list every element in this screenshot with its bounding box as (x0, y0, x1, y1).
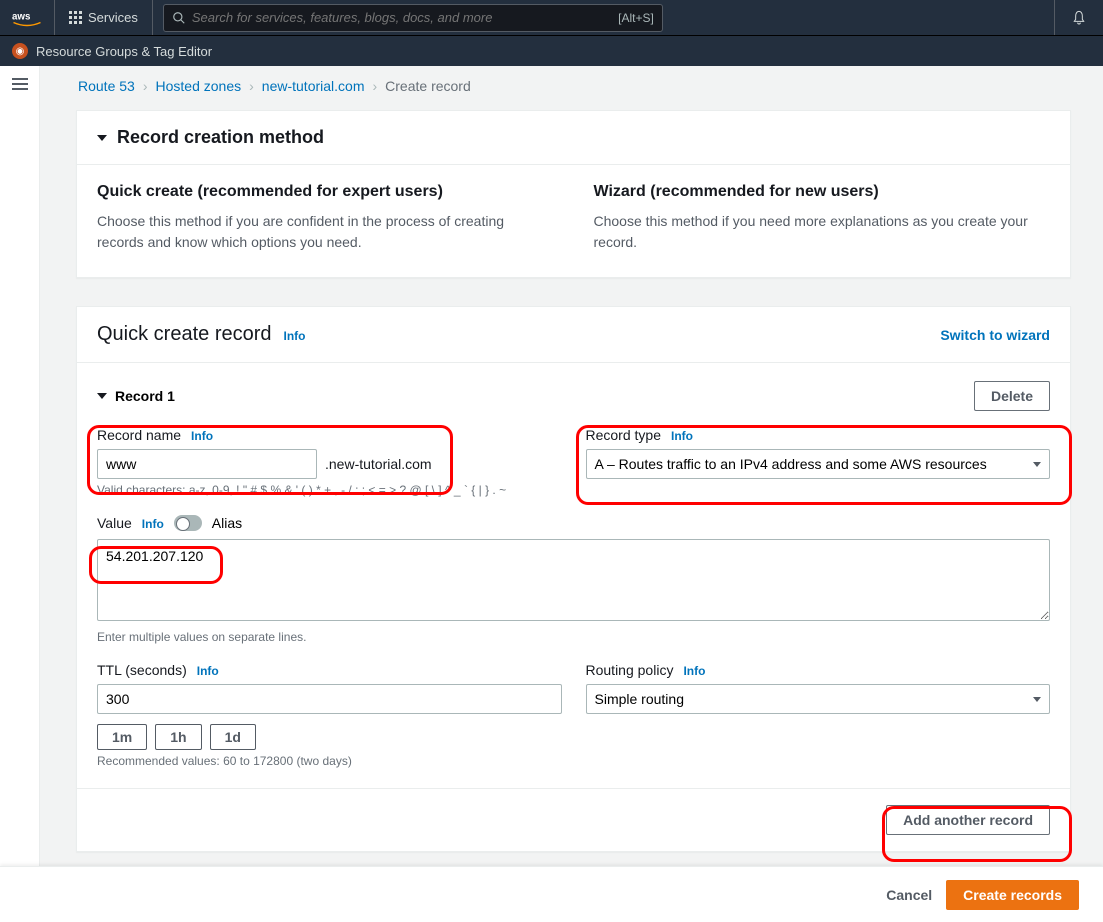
ttl-1d-button[interactable]: 1d (210, 724, 256, 750)
record-name-input[interactable] (97, 449, 317, 479)
breadcrumb: Route 53 › Hosted zones › new-tutorial.c… (78, 78, 1071, 94)
record-type-select[interactable]: A – Routes traffic to an IPv4 address an… (586, 449, 1051, 479)
caret-down-icon (97, 393, 107, 399)
record-name-info-link[interactable]: Info (191, 429, 213, 443)
breadcrumb-current: Create record (385, 78, 471, 94)
quick-create-title: Quick create (recommended for expert use… (97, 183, 554, 201)
resource-groups-icon: ◉ (12, 43, 28, 59)
notifications-button[interactable] (1054, 0, 1103, 35)
services-grid-icon (69, 11, 82, 24)
chevron-right-icon: › (249, 78, 254, 94)
breadcrumb-route53[interactable]: Route 53 (78, 78, 135, 94)
bell-icon (1071, 10, 1087, 26)
value-info-link[interactable]: Info (142, 517, 164, 531)
quick-create-heading: Quick create record (97, 323, 272, 346)
sub-nav: ◉ Resource Groups & Tag Editor (0, 36, 1103, 66)
breadcrumb-domain[interactable]: new-tutorial.com (262, 78, 365, 94)
record-name-suffix: .new-tutorial.com (325, 456, 432, 472)
search-icon (172, 11, 186, 25)
ttl-1m-button[interactable]: 1m (97, 724, 147, 750)
delete-button[interactable]: Delete (974, 381, 1050, 411)
routing-policy-label: Routing policy (586, 662, 674, 678)
record-type-label: Record type (586, 427, 661, 443)
value-hint: Enter multiple values on separate lines. (97, 630, 1050, 644)
routing-policy-info-link[interactable]: Info (683, 664, 705, 678)
wizard-option[interactable]: Wizard (recommended for new users) Choos… (574, 165, 1071, 277)
main-content: Route 53 › Hosted zones › new-tutorial.c… (40, 66, 1103, 866)
search-box[interactable]: [Alt+S] (163, 4, 663, 32)
aws-logo[interactable]: aws (0, 0, 55, 35)
ttl-info-link[interactable]: Info (197, 664, 219, 678)
footer-bar: Cancel Create records (0, 866, 1103, 922)
search-input[interactable] (186, 10, 612, 25)
top-nav: aws Services [Alt+S] (0, 0, 1103, 36)
add-another-record-button[interactable]: Add another record (886, 805, 1050, 835)
chevron-right-icon: › (372, 78, 377, 94)
quick-create-info-link[interactable]: Info (284, 329, 306, 343)
routing-policy-value: Simple routing (595, 691, 685, 707)
method-panel-header[interactable]: Record creation method (77, 111, 1070, 164)
svg-text:aws: aws (12, 11, 31, 22)
record-header-toggle[interactable]: Record 1 (97, 388, 175, 404)
breadcrumb-hosted-zones[interactable]: Hosted zones (156, 78, 242, 94)
wizard-desc: Choose this method if you need more expl… (594, 211, 1051, 253)
ttl-1h-button[interactable]: 1h (155, 724, 201, 750)
routing-policy-select[interactable]: Simple routing (586, 684, 1051, 714)
resource-groups-link[interactable]: Resource Groups & Tag Editor (36, 44, 212, 59)
record-name-label: Record name (97, 427, 181, 443)
quick-create-desc: Choose this method if you are confident … (97, 211, 554, 253)
ttl-label: TTL (seconds) (97, 662, 187, 678)
value-label: Value (97, 515, 132, 531)
aws-logo-icon: aws (12, 9, 42, 27)
quick-create-panel: Quick create record Info Switch to wizar… (76, 306, 1071, 852)
record-name-hint: Valid characters: a-z, 0-9, ! " # $ % & … (97, 483, 562, 497)
quick-create-option[interactable]: Quick create (recommended for expert use… (77, 165, 574, 277)
chevron-down-icon (1033, 462, 1041, 467)
sidebar-toggle[interactable] (0, 66, 40, 866)
alias-toggle[interactable] (174, 515, 202, 531)
cancel-button[interactable]: Cancel (886, 887, 932, 903)
caret-down-icon (97, 135, 107, 141)
hamburger-icon (12, 78, 28, 866)
value-textarea[interactable] (97, 539, 1050, 621)
switch-to-wizard-link[interactable]: Switch to wizard (940, 327, 1050, 343)
method-panel: Record creation method Quick create (rec… (76, 110, 1071, 278)
chevron-down-icon (1033, 697, 1041, 702)
ttl-input[interactable] (97, 684, 562, 714)
record-title: Record 1 (115, 388, 175, 404)
chevron-right-icon: › (143, 78, 148, 94)
wizard-title: Wizard (recommended for new users) (594, 183, 1051, 201)
create-records-button[interactable]: Create records (946, 880, 1079, 910)
ttl-hint: Recommended values: 60 to 172800 (two da… (97, 754, 562, 768)
method-panel-title: Record creation method (117, 127, 324, 148)
services-label: Services (88, 10, 138, 25)
alias-label: Alias (212, 515, 242, 531)
search-shortcut: [Alt+S] (612, 11, 654, 25)
services-button[interactable]: Services (55, 0, 153, 35)
record-type-value: A – Routes traffic to an IPv4 address an… (595, 456, 987, 472)
record-type-info-link[interactable]: Info (671, 429, 693, 443)
